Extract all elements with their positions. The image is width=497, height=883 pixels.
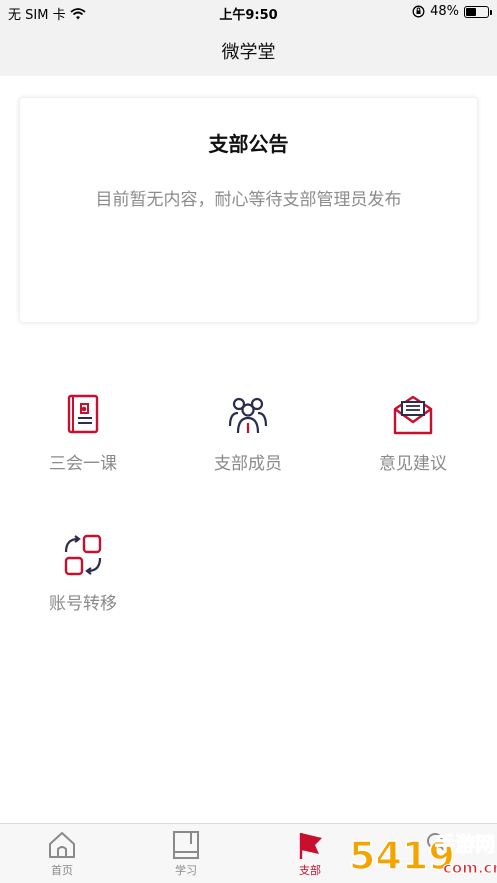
function-label: 意见建议: [379, 454, 447, 474]
tab-label: 学习: [175, 864, 197, 877]
nav-bar: 微学堂: [0, 26, 497, 76]
transfer-icon: [64, 534, 102, 576]
book-icon: [173, 831, 199, 859]
tab-home[interactable]: 首页: [22, 830, 102, 878]
notice-card: 支部公告 目前暂无内容，耐心等待支部管理员发布: [19, 97, 478, 323]
notice-empty-text: 目前暂无内容，耐心等待支部管理员发布: [95, 190, 402, 210]
tab-label: 支部: [299, 864, 321, 877]
battery-level: [466, 7, 477, 16]
tab-label: 首页: [51, 864, 73, 877]
battery-icon: [464, 5, 492, 18]
svg-text:手游网: 手游网: [435, 832, 495, 856]
status-bar: 无 SIM 卡 上午9:50 48%: [0, 0, 497, 26]
party-book-icon: [67, 394, 99, 434]
svg-text:com.cn: com.cn: [443, 859, 497, 877]
orientation-lock-icon: [412, 5, 425, 18]
page-title: 微学堂: [221, 42, 276, 63]
function-suggestions[interactable]: 意见建议: [351, 393, 475, 493]
function-sanhui-yike[interactable]: 三会一课: [21, 393, 145, 493]
members-icon: [228, 397, 268, 434]
function-account-transfer[interactable]: 账号转移: [21, 533, 145, 633]
status-left: 无 SIM 卡: [8, 4, 86, 23]
status-right: 48%: [412, 4, 492, 19]
tab-study[interactable]: 学习: [146, 830, 226, 878]
carrier-text: 无 SIM 卡: [8, 8, 66, 23]
notice-title: 支部公告: [208, 132, 289, 156]
mail-icon: [393, 395, 433, 435]
battery-percent: 48%: [430, 4, 459, 19]
function-label: 支部成员: [214, 454, 282, 474]
function-branch-members[interactable]: 支部成员: [186, 393, 310, 493]
flag-icon: [299, 833, 322, 859]
wifi-icon: [69, 7, 86, 19]
function-label: 账号转移: [49, 594, 117, 614]
tab-branch[interactable]: 支部: [270, 830, 350, 878]
function-label: 三会一课: [49, 454, 117, 474]
home-icon: [49, 832, 75, 858]
site-watermark-logo: 5419 手游网 com.cn: [348, 832, 497, 879]
